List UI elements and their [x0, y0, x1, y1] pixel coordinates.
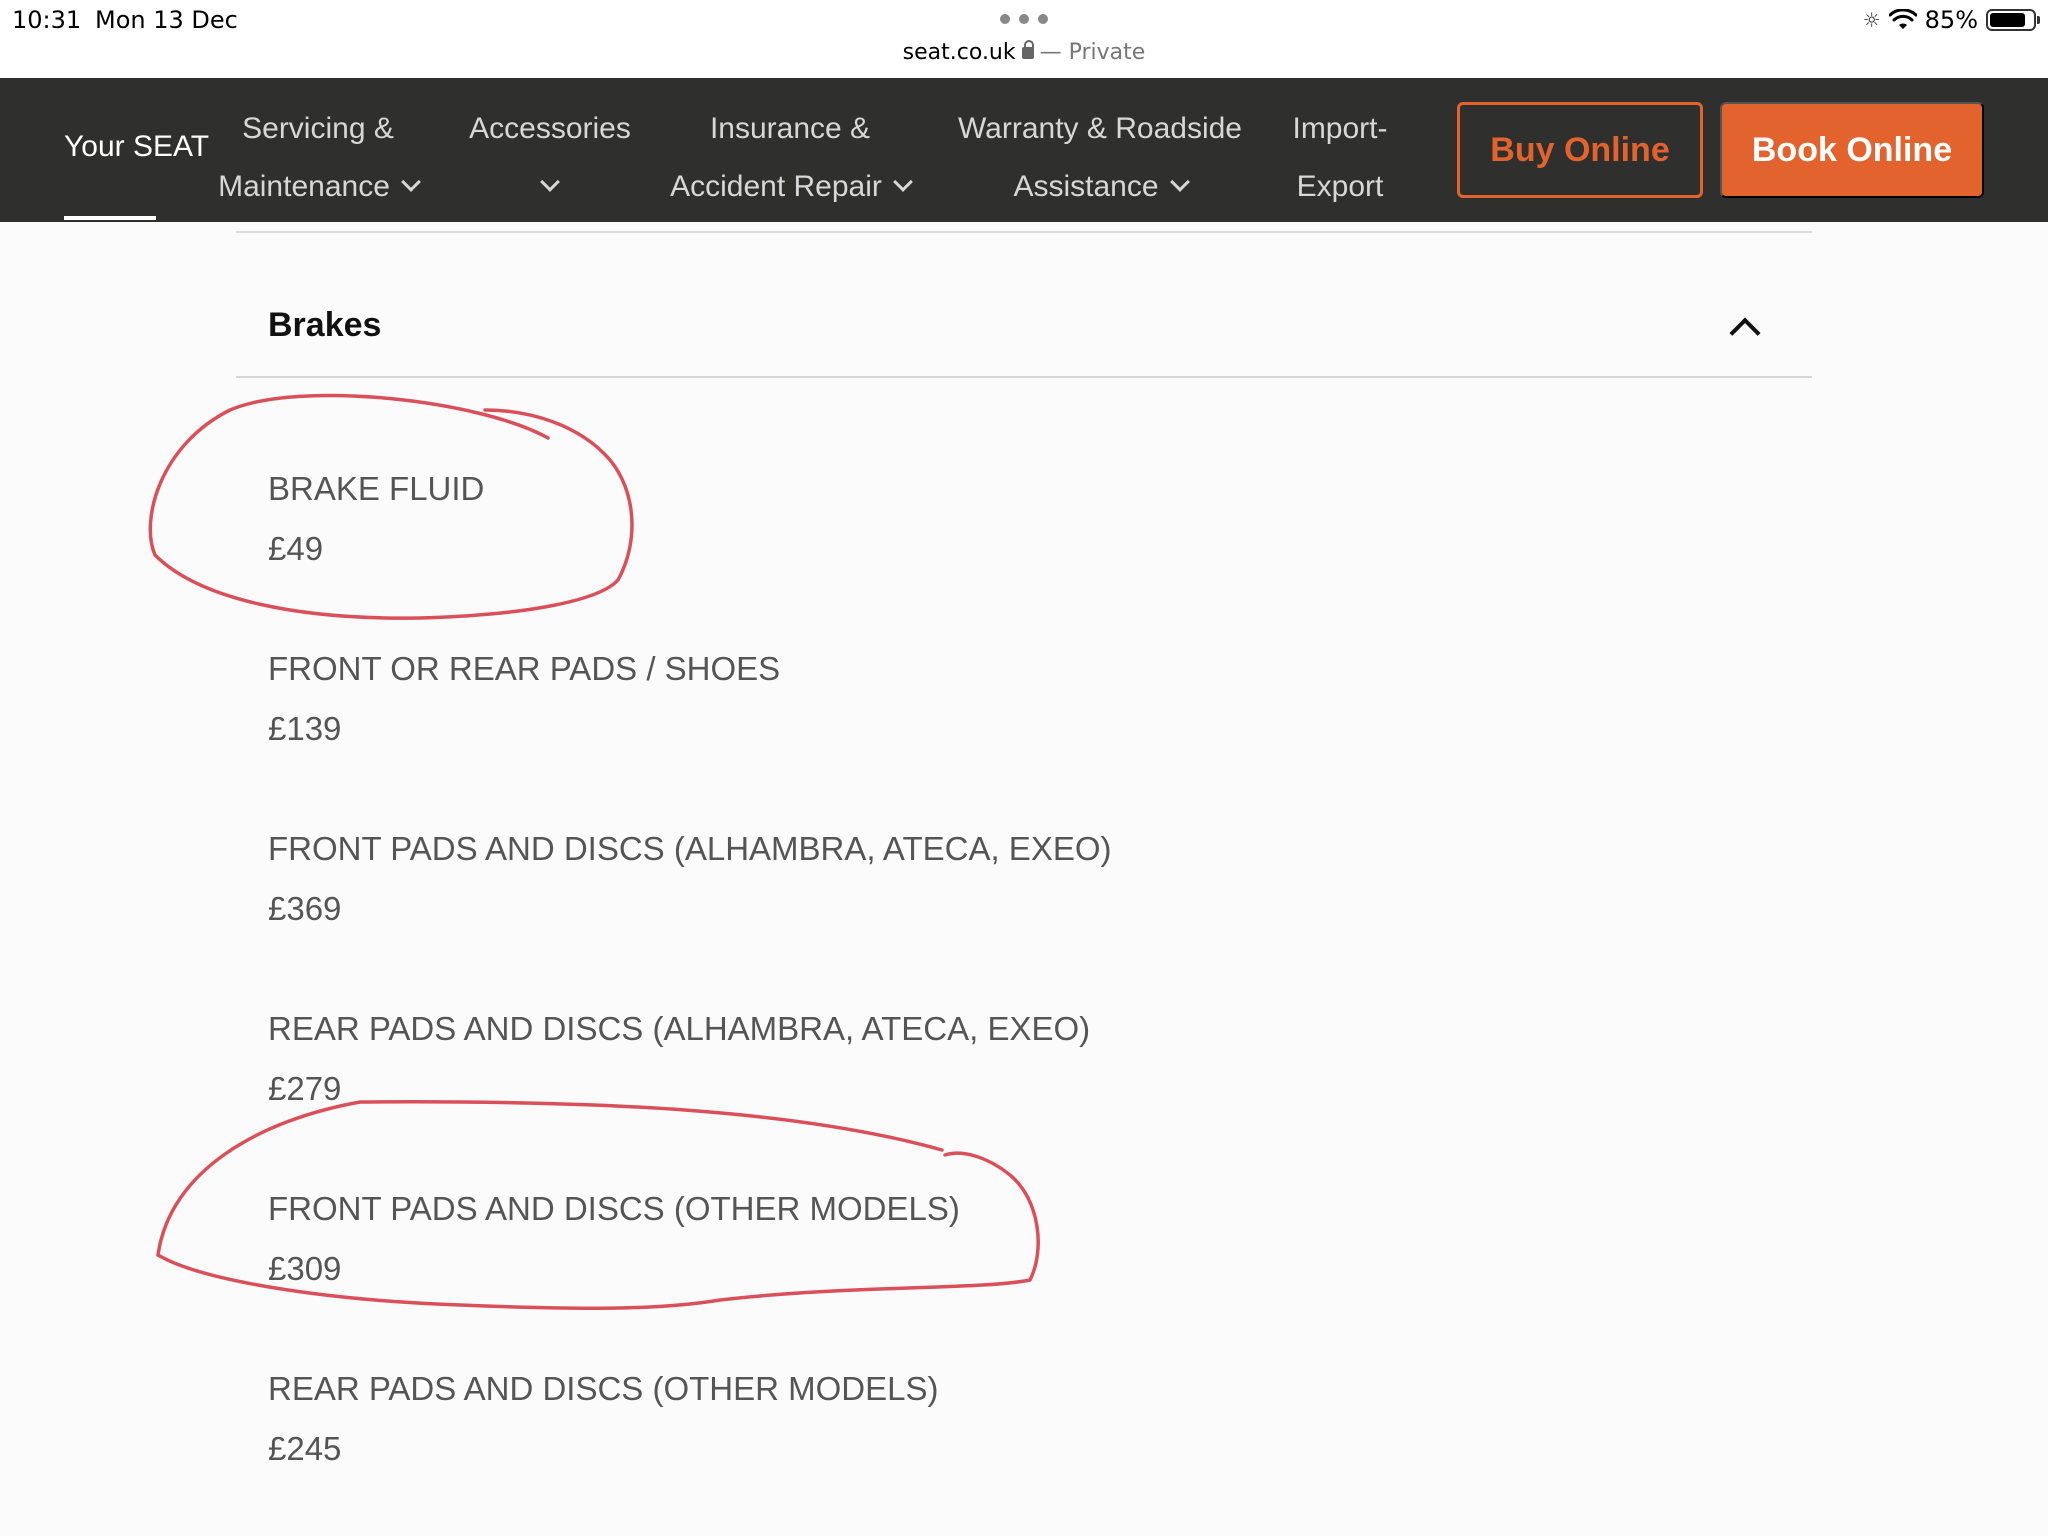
service-name: REAR PADS AND DISCS (ALHAMBRA, ATECA, EX… [268, 1010, 1091, 1047]
book-online-button[interactable]: Book Online [1720, 102, 1984, 198]
active-tab-underline [64, 216, 156, 220]
chevron-down-icon [1169, 172, 1190, 192]
nav-warranty-roadside[interactable]: Warranty & Roadside Assistance [950, 100, 1250, 216]
wifi-icon [1888, 9, 1917, 29]
status-bar: 10:31 Mon 13 Dec seat.co.uk — Private ☼ 8… [0, 0, 2048, 78]
nav-item-line1: Warranty & Roadside [957, 112, 1242, 145]
nav-item-line2: Assistance [1013, 170, 1159, 203]
nav-item-line1: Insurance & [709, 112, 871, 145]
service-price: £279 [268, 1070, 342, 1107]
price-item-front-discs-alhambra: FRONT PADS AND DISCS (ALHAMBRA, ATECA, E… [268, 829, 1112, 929]
section-title[interactable]: Brakes [268, 306, 381, 345]
service-name: FRONT OR REAR PADS / SHOES [268, 650, 781, 687]
nav-item-line1: Accessories [469, 112, 631, 145]
nav-import-export[interactable]: Import- Export [1280, 100, 1400, 216]
site-nav: Your SEAT Servicing & Maintenance Access… [0, 78, 2048, 222]
status-date: Mon 13 Dec [95, 6, 238, 34]
status-indicators: ☼ 85% [1862, 6, 2040, 34]
divider [236, 376, 1812, 378]
price-item-rear-discs-alhambra: REAR PADS AND DISCS (ALHAMBRA, ATECA, EX… [268, 1009, 1090, 1109]
address-domain: seat.co.uk [902, 40, 1016, 65]
service-name: BRAKE FLUID [268, 470, 485, 507]
chevron-down-icon [892, 172, 913, 192]
chevron-down-icon [400, 172, 421, 192]
nav-item-line1: Servicing & [242, 112, 394, 145]
service-price: £139 [268, 710, 342, 747]
service-price: £245 [268, 1430, 342, 1467]
chevron-up-icon[interactable] [1729, 317, 1761, 349]
address-bar[interactable]: seat.co.uk — Private [0, 40, 2048, 65]
price-item-brake-fluid: BRAKE FLUID £49 [268, 469, 484, 569]
battery-percent: 85% [1924, 6, 1978, 34]
brightness-icon: ☼ [1862, 8, 1881, 32]
nav-accessories[interactable]: Accessories [460, 100, 640, 216]
lock-icon [1021, 40, 1034, 59]
nav-insurance-accident[interactable]: Insurance & Accident Repair [660, 100, 920, 216]
service-price: £309 [268, 1250, 342, 1287]
divider [236, 231, 1812, 233]
price-item-front-discs-other: FRONT PADS AND DISCS (OTHER MODELS) £309 [268, 1189, 960, 1289]
nav-your-seat[interactable]: Your SEAT [64, 130, 209, 164]
nav-item-line2: Maintenance [218, 170, 390, 203]
status-time: 10:31 [12, 6, 82, 34]
more-dots-icon[interactable] [1000, 14, 1048, 26]
service-price: £49 [268, 530, 324, 567]
price-item-rear-discs-other: REAR PADS AND DISCS (OTHER MODELS) £245 [268, 1369, 939, 1469]
private-label: — Private [1039, 40, 1146, 65]
service-name: FRONT PADS AND DISCS (OTHER MODELS) [268, 1190, 960, 1227]
nav-item-line2: Export [1296, 170, 1384, 203]
nav-servicing-maintenance[interactable]: Servicing & Maintenance [208, 100, 428, 216]
battery-icon [1986, 9, 2040, 31]
chevron-down-icon [540, 172, 560, 192]
price-item-pads-shoes: FRONT OR REAR PADS / SHOES £139 [268, 649, 780, 749]
service-name: FRONT PADS AND DISCS (ALHAMBRA, ATECA, E… [268, 830, 1112, 867]
nav-item-line1: Import- [1292, 112, 1388, 145]
nav-item-line2: Accident Repair [670, 170, 882, 203]
service-price: £369 [268, 890, 342, 927]
service-name: REAR PADS AND DISCS (OTHER MODELS) [268, 1370, 939, 1407]
buy-online-button[interactable]: Buy Online [1457, 102, 1703, 198]
